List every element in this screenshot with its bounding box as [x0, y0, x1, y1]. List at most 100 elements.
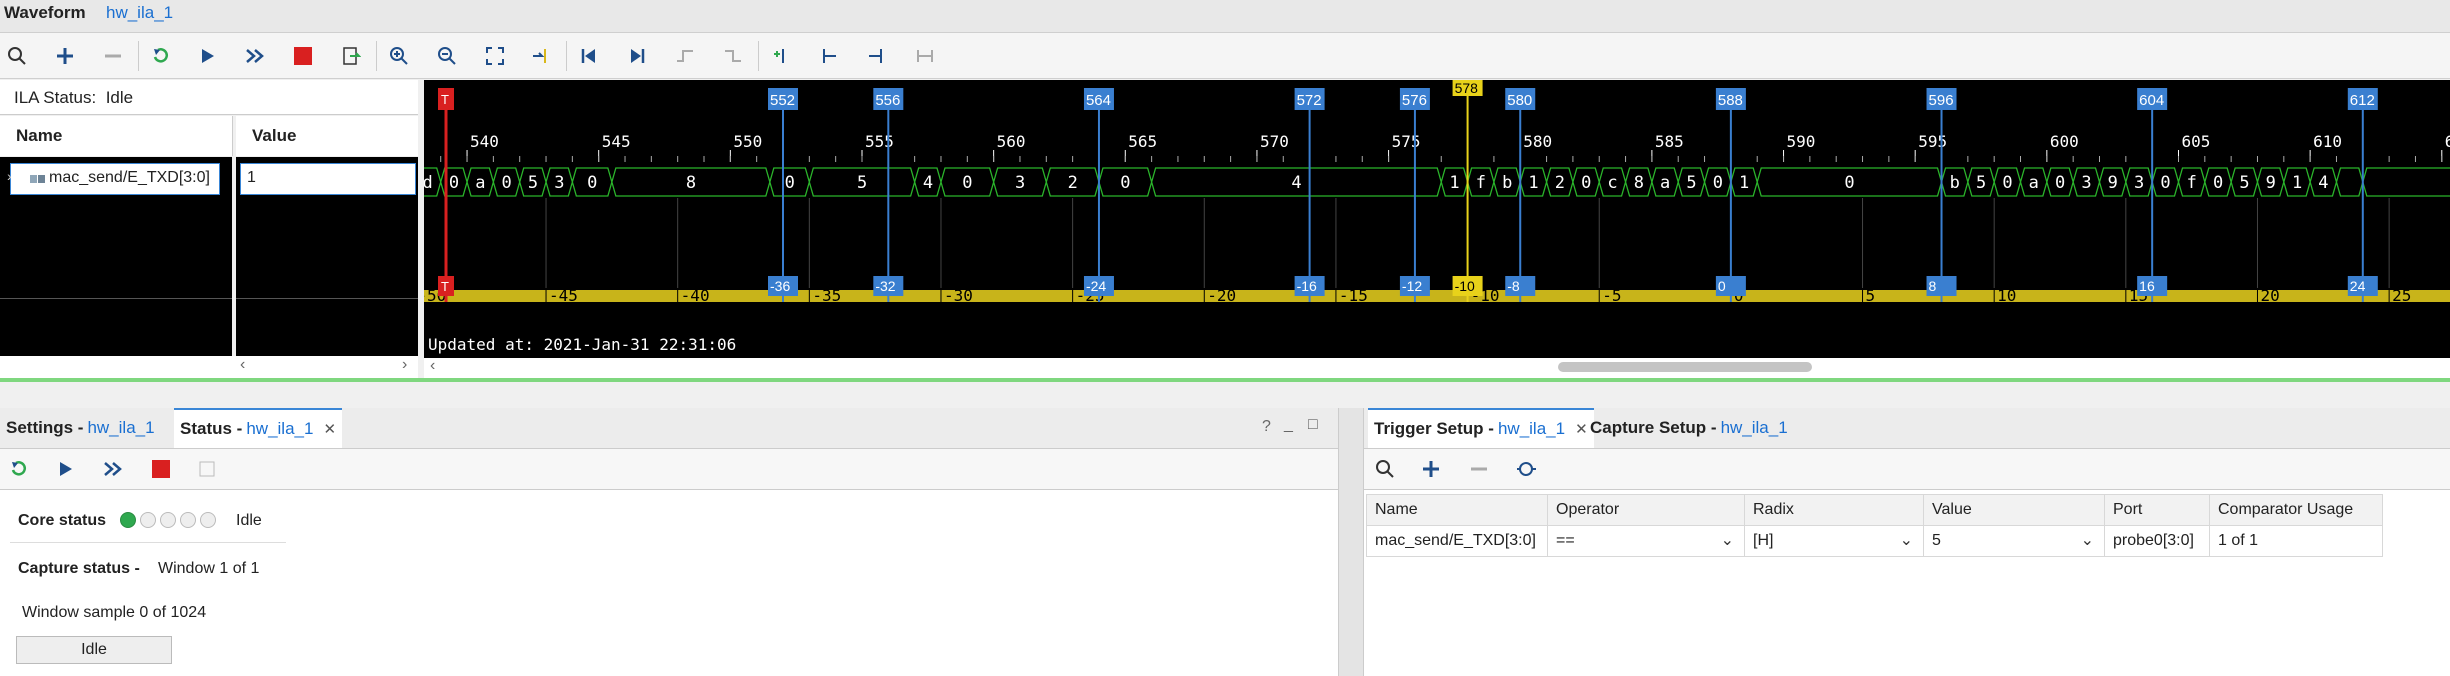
header-port[interactable]: Port: [2104, 494, 2210, 526]
header-name[interactable]: Name: [1366, 494, 1548, 526]
top-tick-label: 560: [997, 132, 1026, 151]
previous-transition-icon[interactable]: [670, 41, 700, 71]
bus-value-label: 0: [962, 173, 972, 193]
capture-status-label: Capture status -: [18, 560, 140, 577]
name-pane-scrollbar[interactable]: ‹ ›: [0, 356, 418, 378]
cursor-delta-label: -10: [1455, 278, 1475, 294]
refresh-icon[interactable]: [146, 41, 176, 71]
maximize-icon[interactable]: □: [1308, 416, 1318, 434]
top-tick-label: 615: [2445, 132, 2450, 151]
status-toolbar: [0, 449, 1338, 490]
header-comparator-usage[interactable]: Comparator Usage: [2209, 494, 2383, 526]
add-icon[interactable]: [50, 41, 80, 71]
top-tick-label: 545: [602, 132, 631, 151]
zoom-out-icon[interactable]: [432, 41, 462, 71]
run-immediate-icon[interactable]: [240, 41, 270, 71]
zoom-fit-icon[interactable]: [480, 41, 510, 71]
waveform-canvas[interactable]: 5155205255305355405455505555605655705755…: [424, 80, 2450, 358]
status-export-icon[interactable]: [192, 454, 222, 484]
trigger-search-icon[interactable]: [1370, 454, 1400, 484]
top-tick-label: 580: [1523, 132, 1552, 151]
marker-label: 588: [1718, 92, 1743, 109]
table-row[interactable]: mac_send/E_TXD[3:0] == ⌄ [H] ⌄ 5 ⌄ probe0[3…: [1366, 525, 2383, 557]
status-refresh-icon[interactable]: [4, 454, 34, 484]
chevron-down-icon: ⌄: [2080, 532, 2094, 549]
bus-value-label: a: [2029, 173, 2039, 193]
bus-value-label: 0: [2213, 173, 2223, 193]
signal-value: 1: [247, 169, 256, 186]
go-to-cursor-icon[interactable]: [526, 41, 556, 71]
next-edge-icon[interactable]: [622, 41, 652, 71]
remove-icon[interactable]: [98, 41, 128, 71]
bus-value-label: 0: [587, 173, 597, 193]
vertical-splitter[interactable]: [1338, 408, 1364, 676]
status-run-icon[interactable]: [50, 454, 80, 484]
wave-scroll-thumb[interactable]: [1558, 362, 1812, 372]
header-value[interactable]: Value: [1923, 494, 2105, 526]
marker-delta-label: 16: [2139, 278, 2155, 294]
signal-row-e-txd[interactable]: › mac_send/E_TXD[3:0]: [7, 163, 220, 195]
bottom-tick-label: -30: [944, 286, 973, 305]
scroll-right-icon[interactable]: ›: [402, 356, 407, 374]
export-icon[interactable]: [336, 41, 366, 71]
scroll-left-icon[interactable]: ‹: [240, 356, 245, 374]
top-tick-label: 595: [1918, 132, 1947, 151]
help-icon[interactable]: ?: [1262, 418, 1271, 436]
bus-value-label: 4: [1291, 173, 1301, 193]
bottom-tick-label: -45: [549, 286, 578, 305]
signal-value-cell[interactable]: 1: [240, 163, 416, 195]
previous-marker-icon[interactable]: [814, 41, 844, 71]
next-marker-icon[interactable]: [862, 41, 892, 71]
core-status-value: Idle: [236, 512, 262, 529]
marker-delta-label: -8: [1507, 278, 1520, 294]
trigger-condition-icon[interactable]: [1512, 454, 1542, 484]
next-transition-icon[interactable]: [718, 41, 748, 71]
stop-icon[interactable]: [288, 41, 318, 71]
top-tick-label: 610: [2313, 132, 2342, 151]
run-icon[interactable]: [192, 41, 222, 71]
tab-trigger-setup[interactable]: Trigger Setup - hw_ila_1 ✕: [1368, 408, 1594, 448]
header-operator[interactable]: Operator: [1547, 494, 1745, 526]
idle-progress-button[interactable]: Idle: [16, 636, 172, 664]
top-tick-label: 565: [1128, 132, 1157, 151]
trigger-remove-icon[interactable]: [1464, 454, 1494, 484]
zoom-in-icon[interactable]: [384, 41, 414, 71]
tab-settings[interactable]: Settings - hw_ila_1: [0, 408, 161, 448]
bus-value-label: 5: [528, 173, 538, 193]
bottom-tick-label: -40: [681, 286, 710, 305]
search-icon[interactable]: [2, 41, 32, 71]
value-select[interactable]: 5 ⌄: [1923, 525, 2105, 557]
bottom-tick-label: 5: [1866, 286, 1876, 305]
name-column-header[interactable]: Name: [0, 116, 233, 156]
bus-value-label: 0: [2002, 173, 2012, 193]
waveform-scrollbar[interactable]: ‹: [424, 357, 2450, 378]
previous-edge-icon[interactable]: [574, 41, 604, 71]
marker-label: 580: [1507, 92, 1532, 109]
tab-capture-setup[interactable]: Capture Setup - hw_ila_1: [1584, 408, 1794, 448]
value-column-header[interactable]: Value: [236, 116, 418, 156]
bus-value-label: f: [2187, 173, 2197, 193]
bus-value-label: b: [1950, 173, 1960, 193]
tab-status[interactable]: Status - hw_ila_1 ✕: [174, 408, 343, 448]
bus-value-label: 5: [1686, 173, 1696, 193]
radix-select[interactable]: [H] ⌄: [1744, 525, 1924, 557]
pane-splitter[interactable]: [0, 378, 2450, 382]
core-status-leds: [120, 512, 220, 531]
add-marker-icon[interactable]: [766, 41, 796, 71]
top-tick-label: 605: [2181, 132, 2210, 151]
minimize-icon[interactable]: _: [1284, 416, 1293, 434]
trigger-add-icon[interactable]: [1416, 454, 1446, 484]
bottom-tick-label: -20: [1207, 286, 1236, 305]
close-tab-icon[interactable]: ✕: [323, 420, 336, 438]
status-stop-icon[interactable]: [146, 454, 176, 484]
bus-value-label: 5: [857, 173, 867, 193]
header-radix[interactable]: Radix: [1744, 494, 1924, 526]
wave-scroll-left-icon[interactable]: ‹: [430, 357, 435, 375]
expand-chevron-icon[interactable]: ›: [7, 168, 12, 184]
bottom-tick-label: -15: [1339, 286, 1368, 305]
swap-cursor-icon[interactable]: [910, 41, 940, 71]
trigger-toolbar: [1364, 449, 2450, 490]
operator-select[interactable]: == ⌄: [1547, 525, 1745, 557]
marker-delta-label: -16: [1297, 278, 1317, 294]
status-run-immediate-icon[interactable]: [98, 454, 128, 484]
